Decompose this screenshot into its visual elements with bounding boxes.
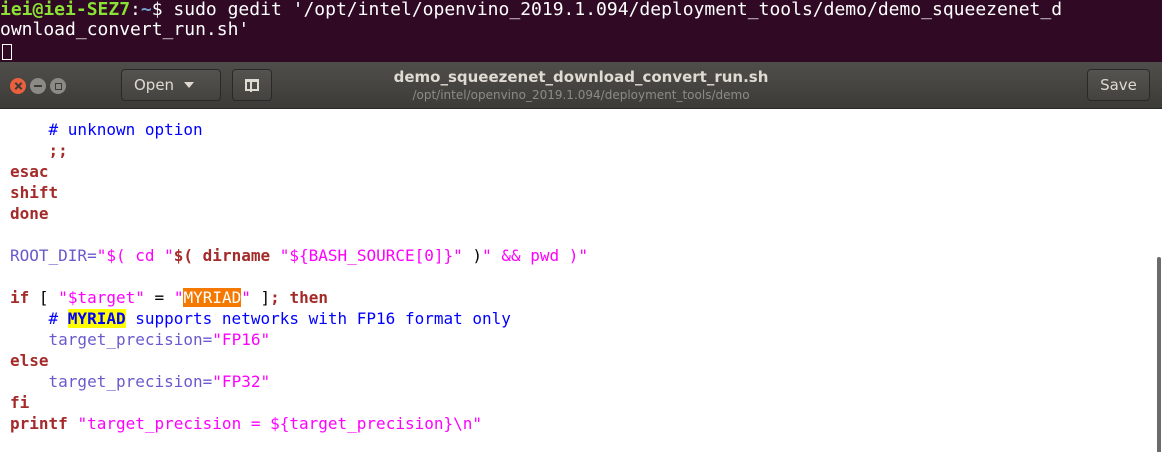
terminal-command-line: iei@iei-SEZ7:~$ sudo gedit '/opt/intel/o…: [0, 0, 1062, 20]
code-view[interactable]: # unknown option ;; esac shift done ROOT_DI…: [10, 119, 588, 434]
code-line: done: [10, 204, 49, 223]
gedit-header-bar: Open demo_squeezenet_download_convert_ru…: [0, 62, 1162, 109]
code-line: target_precision="FP32": [48, 372, 271, 391]
scrollbar[interactable]: [1157, 257, 1161, 452]
code-line: printf "target_precision = ${target_prec…: [10, 414, 483, 433]
code-line: # MYRIAD supports networks with FP16 for…: [48, 309, 511, 328]
text-editor-area[interactable]: # unknown option ;; esac shift done ROOT_DI…: [0, 109, 1162, 452]
todo-highlight: MYRIAD: [67, 309, 126, 328]
search-match-highlight: MYRIAD: [183, 288, 242, 307]
terminal-cwd: ~: [140, 0, 152, 20]
document-path: /opt/intel/openvino_2019.1.094/deploymen…: [412, 88, 750, 102]
code-line: shift: [10, 183, 59, 202]
terminal-prompt: $: [151, 0, 163, 20]
terminal-command: sudo gedit '/opt/intel/openvino_2019.1.0…: [162, 0, 1063, 20]
code-line: ROOT_DIR="$( cd "$( dirname "${BASH_SOUR…: [10, 246, 589, 265]
terminal-user-host: iei@iei-SEZ7: [0, 0, 131, 20]
document-title: demo_squeezenet_download_convert_run.sh: [393, 68, 769, 86]
terminal-window[interactable]: iei@iei-SEZ7:~$ sudo gedit '/opt/intel/o…: [0, 0, 1162, 62]
code-line: # unknown option: [48, 120, 203, 139]
code-line: target_precision="FP16": [48, 330, 271, 349]
terminal-separator: :: [130, 0, 141, 20]
terminal-command-wrap: ownload_convert_run.sh': [0, 19, 250, 40]
code-line: if [ "$target" = "MYRIAD" ]; then: [10, 288, 328, 307]
save-button[interactable]: Save: [1087, 69, 1150, 101]
code-line: esac: [10, 162, 49, 181]
code-line: fi: [10, 393, 30, 412]
code-line: ;;: [48, 141, 68, 160]
code-line: else: [10, 351, 49, 370]
terminal-cursor: [2, 44, 12, 60]
